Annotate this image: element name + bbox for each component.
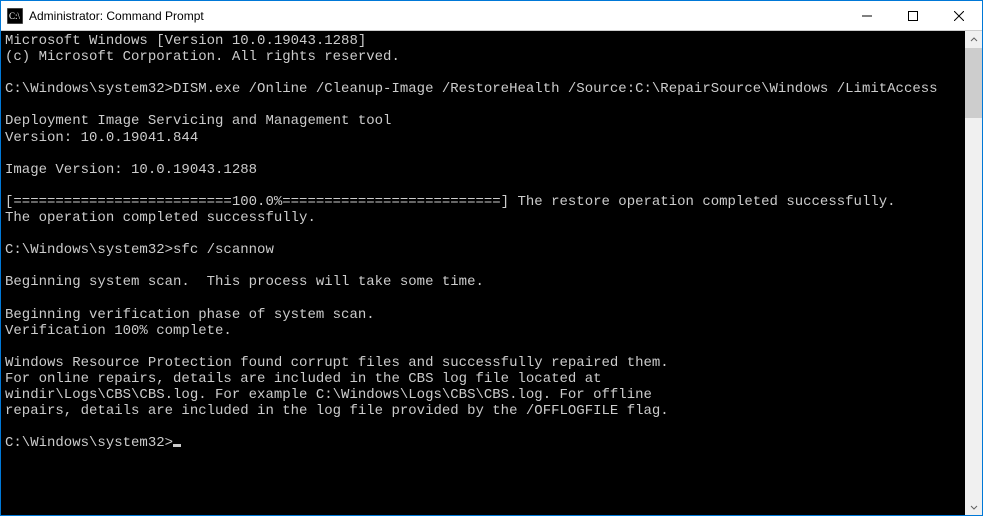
console-line: (c) Microsoft Corporation. All rights re… bbox=[5, 49, 400, 65]
console-prompt: C:\Windows\system32> bbox=[5, 435, 173, 451]
content-area: Microsoft Windows [Version 10.0.19043.12… bbox=[1, 31, 982, 515]
close-button[interactable] bbox=[936, 1, 982, 30]
console-line: Image Version: 10.0.19043.1288 bbox=[5, 162, 257, 178]
cursor bbox=[173, 444, 181, 447]
console-line: Beginning system scan. This process will… bbox=[5, 274, 484, 290]
vertical-scrollbar[interactable] bbox=[965, 31, 982, 515]
console-line: windir\Logs\CBS\CBS.log. For example C:\… bbox=[5, 387, 652, 403]
console-line: [==========================100.0%=======… bbox=[5, 194, 896, 210]
console-line: Beginning verification phase of system s… bbox=[5, 307, 375, 323]
window-controls bbox=[844, 1, 982, 30]
console-output[interactable]: Microsoft Windows [Version 10.0.19043.12… bbox=[1, 31, 965, 515]
minimize-button[interactable] bbox=[844, 1, 890, 30]
console-line: C:\Windows\system32>DISM.exe /Online /Cl… bbox=[5, 81, 938, 97]
scroll-up-icon[interactable] bbox=[965, 31, 982, 48]
console-line: Deployment Image Servicing and Managemen… bbox=[5, 113, 391, 129]
titlebar[interactable]: C:\ Administrator: Command Prompt bbox=[1, 1, 982, 31]
window-title: Administrator: Command Prompt bbox=[29, 9, 844, 23]
maximize-button[interactable] bbox=[890, 1, 936, 30]
console-line: Verification 100% complete. bbox=[5, 323, 232, 339]
console-line: Windows Resource Protection found corrup… bbox=[5, 355, 669, 371]
scroll-down-icon[interactable] bbox=[965, 498, 982, 515]
scroll-thumb[interactable] bbox=[965, 48, 982, 118]
console-line: C:\Windows\system32>sfc /scannow bbox=[5, 242, 274, 258]
console-line: Version: 10.0.19041.844 bbox=[5, 130, 198, 146]
command-prompt-window: C:\ Administrator: Command Prompt Micros… bbox=[0, 0, 983, 516]
console-line: repairs, details are included in the log… bbox=[5, 403, 669, 419]
console-line: For online repairs, details are included… bbox=[5, 371, 602, 387]
cmd-icon: C:\ bbox=[7, 8, 23, 24]
console-line: Microsoft Windows [Version 10.0.19043.12… bbox=[5, 33, 366, 49]
console-line: The operation completed successfully. bbox=[5, 210, 316, 226]
svg-text:C:\: C:\ bbox=[9, 11, 21, 21]
